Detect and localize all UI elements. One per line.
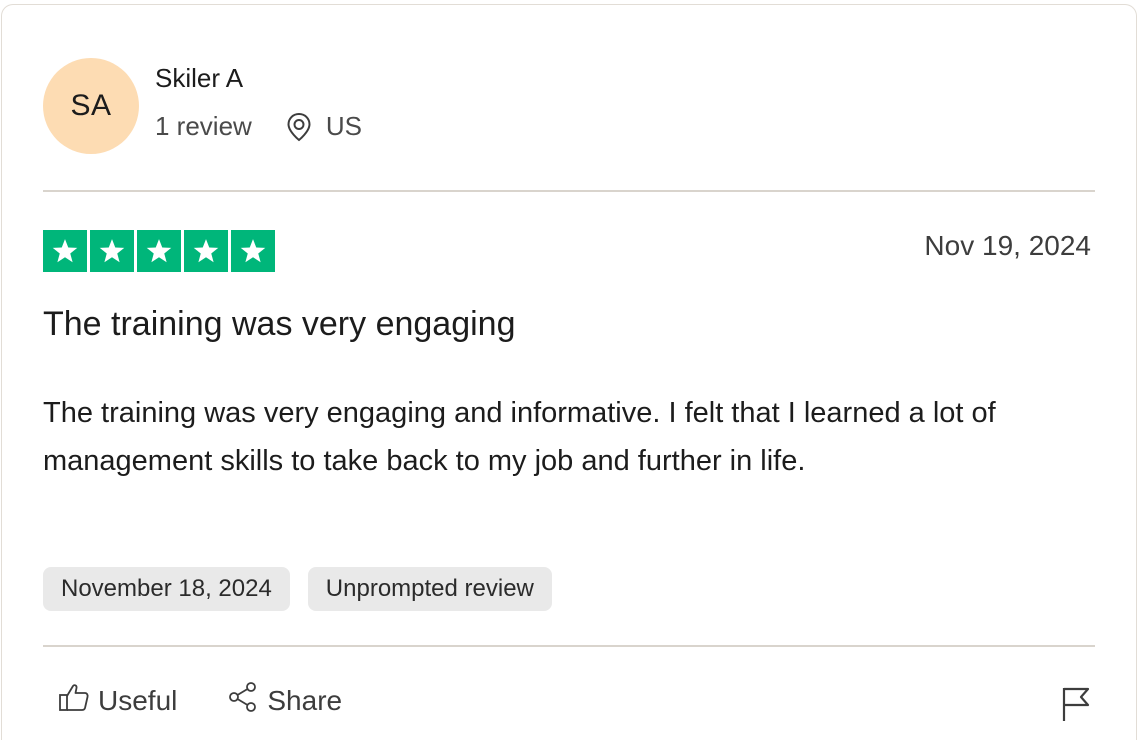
share-button[interactable]: Share: [227, 681, 342, 720]
share-icon: [227, 681, 259, 720]
experience-date-tag: November 18, 2024: [43, 567, 290, 611]
review-body: The training was very engaging and infor…: [43, 397, 996, 477]
review-card: SA Skiler A 1 review US Nov 19, 2024 The…: [1, 4, 1137, 740]
avatar[interactable]: SA: [43, 58, 139, 154]
divider: [43, 190, 1095, 192]
star-icon: [184, 230, 228, 272]
avatar-initials: SA: [70, 89, 112, 122]
share-label: Share: [267, 684, 343, 716]
review-tags: November 18, 2024 Unprompted review: [43, 567, 552, 611]
star-icon: [137, 230, 181, 272]
reviewer-meta: 1 review US: [155, 111, 362, 142]
divider: [43, 645, 1095, 647]
star-icon: [231, 230, 275, 272]
location-pin-icon: [286, 112, 312, 142]
thumbs-up-icon: [58, 682, 90, 719]
flag-icon: [1060, 687, 1092, 727]
star-icon: [43, 230, 87, 272]
useful-button[interactable]: Useful: [58, 682, 177, 719]
review-actions: Useful Share: [58, 681, 342, 720]
review-title: The training was very engaging: [43, 305, 516, 343]
star-icon: [90, 230, 134, 272]
review-date: Nov 19, 2024: [924, 230, 1091, 261]
report-button[interactable]: [1060, 685, 1092, 728]
unprompted-review-tag: Unprompted review: [307, 567, 552, 611]
star-rating: [43, 230, 275, 272]
reviewer-location: US: [325, 111, 362, 141]
review-count: 1 review: [155, 111, 252, 141]
reviewer-name[interactable]: Skiler A: [155, 63, 243, 94]
useful-label: Useful: [98, 684, 178, 716]
